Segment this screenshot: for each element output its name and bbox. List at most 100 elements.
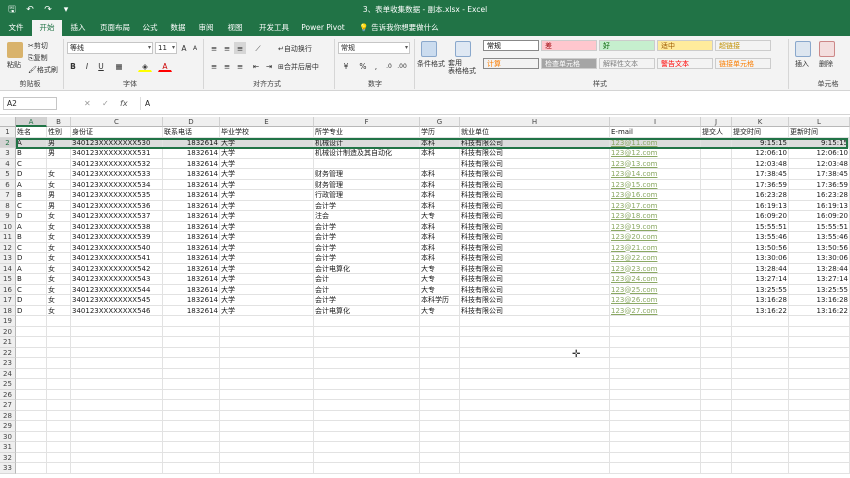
cell-k22[interactable] [732, 347, 789, 358]
cell-b15[interactable]: 女 [47, 274, 71, 285]
cell-g8[interactable]: 本科 [420, 200, 460, 211]
cell-l24[interactable] [789, 368, 850, 379]
decrease-decimal-icon[interactable]: .00 [396, 60, 408, 72]
cell-i2[interactable]: 123@11.com [610, 137, 701, 148]
row-header[interactable]: 1 [0, 127, 16, 138]
shrink-font-button[interactable]: A [190, 42, 200, 54]
cell-c4[interactable]: 340123XXXXXXXX532 [71, 158, 163, 169]
cell-d19[interactable] [163, 316, 220, 327]
cell-a31[interactable] [16, 442, 47, 453]
underline-button[interactable]: U [95, 60, 107, 72]
cell-j11[interactable] [701, 232, 732, 243]
conditional-format-button[interactable]: 条件格式 [417, 59, 445, 69]
cell-l5[interactable]: 17:38:45 [789, 169, 850, 180]
column-header-d[interactable]: D [163, 117, 220, 127]
cell-j20[interactable] [701, 326, 732, 337]
cell-c20[interactable] [71, 326, 163, 337]
row-header[interactable]: 29 [0, 421, 16, 432]
cell-i18[interactable]: 123@27.com [610, 305, 701, 316]
cell-i21[interactable] [610, 337, 701, 348]
tab-file[interactable]: 文件 [2, 20, 30, 36]
cell-l13[interactable]: 13:30:06 [789, 253, 850, 264]
cell-g27[interactable] [420, 400, 460, 411]
cell-b22[interactable] [47, 347, 71, 358]
align-right-icon[interactable]: ≡ [234, 60, 246, 72]
row-header[interactable]: 6 [0, 179, 16, 190]
cell-j8[interactable] [701, 200, 732, 211]
row-header[interactable]: 4 [0, 158, 16, 169]
cell-e23[interactable] [220, 358, 314, 369]
cell-h20[interactable] [460, 326, 610, 337]
cell-d14[interactable]: 1832614 [163, 263, 220, 274]
row-header[interactable]: 27 [0, 400, 16, 411]
cell-k4[interactable]: 12:03:48 [732, 158, 789, 169]
cell-c1[interactable]: 身份证 [71, 127, 163, 138]
cell-h24[interactable] [460, 368, 610, 379]
cell-j17[interactable] [701, 295, 732, 306]
cell-h19[interactable] [460, 316, 610, 327]
cell-c32[interactable] [71, 452, 163, 463]
cell-h1[interactable]: 就业单位 [460, 127, 610, 138]
cell-b7[interactable]: 男 [47, 190, 71, 201]
cell-h3[interactable]: 科技有限公司 [460, 148, 610, 159]
cell-g7[interactable]: 本科 [420, 190, 460, 201]
cell-e22[interactable] [220, 347, 314, 358]
row-header[interactable]: 7 [0, 190, 16, 201]
cell-h13[interactable]: 科技有限公司 [460, 253, 610, 264]
wrap-text-button[interactable]: ↵自动换行 [278, 44, 312, 54]
tab-power-pivot[interactable]: Power Pivot [300, 20, 346, 36]
cell-f14[interactable]: 会计电算化 [314, 263, 420, 274]
name-box[interactable]: A2 [3, 97, 57, 110]
cell-k32[interactable] [732, 452, 789, 463]
cell-g17[interactable]: 本科学历 [420, 295, 460, 306]
cell-style-1[interactable]: 常规 [483, 40, 539, 51]
cell-j12[interactable] [701, 242, 732, 253]
cell-c17[interactable]: 340123XXXXXXXX545 [71, 295, 163, 306]
cell-j33[interactable] [701, 463, 732, 474]
font-name-select[interactable]: 等线 ▾ [67, 42, 153, 54]
cell-k1[interactable]: 提交时间 [732, 127, 789, 138]
orientation-icon[interactable]: ⟋ [250, 42, 266, 54]
cell-h25[interactable] [460, 379, 610, 390]
row-header[interactable]: 12 [0, 242, 16, 253]
cell-h10[interactable]: 科技有限公司 [460, 221, 610, 232]
cell-k18[interactable]: 13:16:22 [732, 305, 789, 316]
cell-h28[interactable] [460, 410, 610, 421]
cell-b31[interactable] [47, 442, 71, 453]
cell-i28[interactable] [610, 410, 701, 421]
format-painter-button[interactable]: 🖌格式刷 [28, 65, 58, 75]
cell-g1[interactable]: 学历 [420, 127, 460, 138]
cell-a8[interactable]: C [16, 200, 47, 211]
cell-a13[interactable]: D [16, 253, 47, 264]
cell-e28[interactable] [220, 410, 314, 421]
font-size-select[interactable]: 11 ▾ [155, 42, 177, 54]
italic-button[interactable]: I [81, 60, 93, 72]
cell-style-10[interactable]: 链接单元格 [715, 58, 771, 69]
cell-g5[interactable]: 本科 [420, 169, 460, 180]
cell-b12[interactable]: 女 [47, 242, 71, 253]
cell-k23[interactable] [732, 358, 789, 369]
cell-g2[interactable]: 本科 [420, 137, 460, 148]
cell-c29[interactable] [71, 421, 163, 432]
cell-a14[interactable]: A [16, 263, 47, 274]
cell-b13[interactable]: 女 [47, 253, 71, 264]
cell-i3[interactable]: 123@12.com [610, 148, 701, 159]
cell-style-7[interactable]: 检查单元格 [541, 58, 597, 69]
cell-h11[interactable]: 科技有限公司 [460, 232, 610, 243]
cell-d26[interactable] [163, 389, 220, 400]
row-header[interactable]: 11 [0, 232, 16, 243]
cell-h5[interactable]: 科技有限公司 [460, 169, 610, 180]
cell-k19[interactable] [732, 316, 789, 327]
cell-i12[interactable]: 123@21.com [610, 242, 701, 253]
cell-l31[interactable] [789, 442, 850, 453]
cut-button[interactable]: ✂剪切 [28, 41, 48, 51]
cell-i32[interactable] [610, 452, 701, 463]
cell-a5[interactable]: D [16, 169, 47, 180]
cell-c28[interactable] [71, 410, 163, 421]
cell-e20[interactable] [220, 326, 314, 337]
cell-h4[interactable]: 科技有限公司 [460, 158, 610, 169]
cell-i16[interactable]: 123@25.com [610, 284, 701, 295]
cell-a24[interactable] [16, 368, 47, 379]
cell-i13[interactable]: 123@22.com [610, 253, 701, 264]
decrease-indent-icon[interactable]: ⇤ [250, 60, 262, 72]
